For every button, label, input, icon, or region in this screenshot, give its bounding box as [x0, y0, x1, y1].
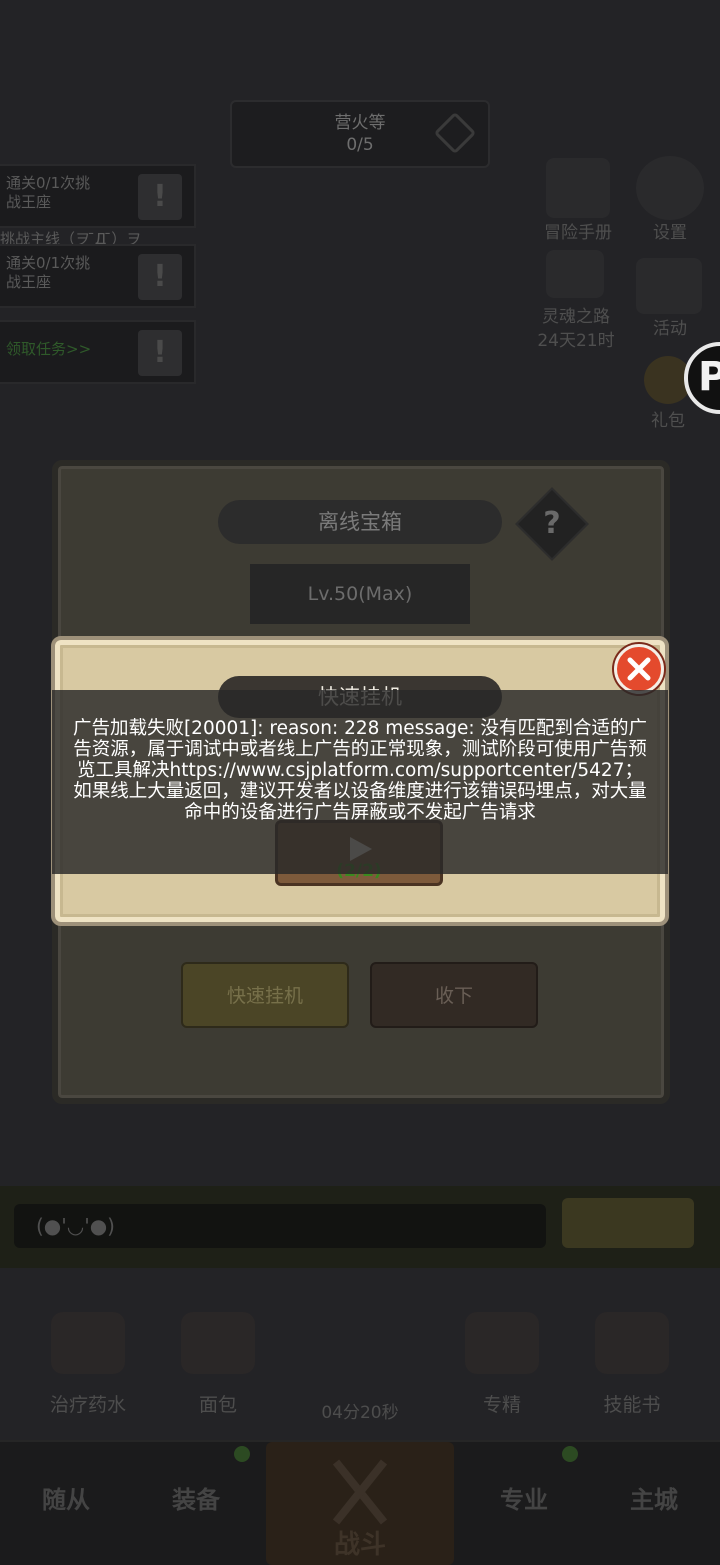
- quest-item[interactable]: 通关0/1次挑 战王座 !: [0, 164, 196, 228]
- notification-dot: [234, 1446, 250, 1462]
- quick-idle-button[interactable]: 快速挂机: [181, 962, 349, 1028]
- exclamation-icon: !: [138, 330, 182, 376]
- soul-road-icon[interactable]: [546, 250, 604, 298]
- collect-button[interactable]: 收下: [370, 962, 538, 1028]
- handbook-icon[interactable]: [546, 158, 610, 218]
- notification-dot: [562, 1446, 578, 1462]
- activity-label: 活动: [653, 319, 687, 339]
- bread-icon: [181, 1312, 255, 1374]
- activity-icon[interactable]: [636, 258, 702, 314]
- nav-battle-label: 战斗: [333, 1530, 386, 1560]
- nav-city[interactable]: 主城: [594, 1480, 714, 1515]
- potion-icon: [51, 1312, 125, 1374]
- crossed-swords-icon: [332, 1459, 388, 1525]
- bread-item[interactable]: 面包: [148, 1290, 288, 1417]
- nav-followers[interactable]: 随从: [6, 1480, 126, 1515]
- nav-battle[interactable]: 战斗: [266, 1442, 454, 1565]
- soul-road-timer: 24天21时: [537, 331, 615, 351]
- error-toast-message: 广告加载失败[20001]: reason: 228 message: 没有匹配…: [72, 718, 648, 823]
- specialty-label: 专精: [482, 1394, 521, 1416]
- skill-book-label: 技能书: [603, 1394, 661, 1416]
- idle-timer: 04分20秒: [321, 1403, 399, 1423]
- skill-book-item[interactable]: 技能书: [562, 1290, 702, 1417]
- chest-title: 离线宝箱: [218, 500, 502, 544]
- bonfire-panel[interactable]: 营火等 0/5: [230, 100, 490, 168]
- specialty-item[interactable]: 专精: [432, 1290, 572, 1417]
- quest-more-item[interactable]: 领取任务>> !: [0, 320, 196, 384]
- quest-item[interactable]: 通关0/1次挑 战王座 !: [0, 244, 196, 308]
- exclamation-icon: !: [138, 254, 182, 300]
- chat-input[interactable]: (●'◡'●): [14, 1204, 546, 1248]
- close-button[interactable]: [614, 644, 664, 694]
- gear-icon[interactable]: [636, 156, 704, 220]
- nav-profession[interactable]: 专业: [464, 1480, 584, 1515]
- chat-send-button[interactable]: [562, 1198, 694, 1248]
- skill-book-icon: [595, 1312, 669, 1374]
- handbook-label: 冒险手册: [544, 223, 612, 243]
- nav-equipment[interactable]: 装备: [136, 1480, 256, 1515]
- level-box: Lv.50(Max): [250, 564, 470, 624]
- help-mark: ?: [543, 506, 561, 541]
- bread-label: 面包: [198, 1394, 237, 1416]
- soul-road-label: 灵魂之路: [542, 307, 610, 327]
- gift-label: 礼包: [651, 411, 685, 431]
- close-icon: [627, 657, 651, 681]
- potion-label: 治疗药水: [49, 1394, 126, 1416]
- settings-label: 设置: [653, 223, 687, 243]
- specialty-icon: [465, 1312, 539, 1374]
- exclamation-icon: !: [138, 174, 182, 220]
- potion-item[interactable]: 治疗药水: [18, 1290, 158, 1417]
- bubble-letter: P: [698, 354, 720, 400]
